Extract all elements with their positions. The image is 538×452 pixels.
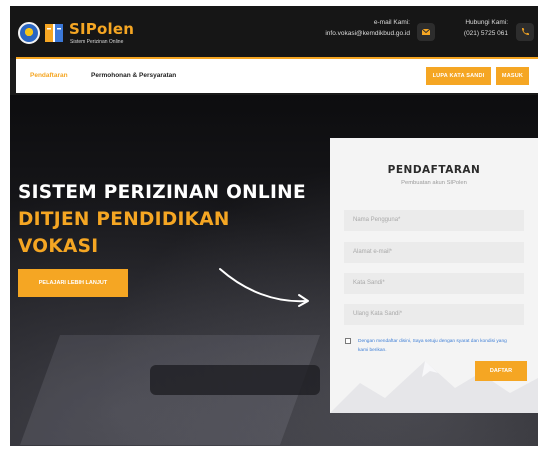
- hero-background-stapler: [150, 365, 320, 395]
- learn-more-button[interactable]: PELAJARI LEBIH LANJUT: [18, 269, 128, 297]
- envelope-icon: [417, 23, 435, 41]
- browser-frame: SIPolen Sistem Perizinan Online e-mail K…: [10, 6, 538, 446]
- email-label: e-mail Kami:: [373, 19, 410, 26]
- username-field[interactable]: Nama Pengguna*: [344, 210, 524, 231]
- login-button[interactable]: MASUK: [496, 67, 529, 85]
- confirm-password-field[interactable]: Ulang Kata Sandi*: [344, 304, 524, 325]
- top-bar: SIPolen Sistem Perizinan Online e-mail K…: [10, 6, 538, 58]
- nav-link-pendaftaran[interactable]: Pendaftaran: [30, 72, 68, 79]
- ministry-emblem-icon[interactable]: [18, 22, 40, 44]
- registration-title: PENDAFTARAN: [387, 164, 481, 176]
- phone-icon: [516, 23, 534, 41]
- register-submit-button[interactable]: DAFTAR: [475, 361, 527, 381]
- nav-bar: Pendaftaran Permohonan & Persyaratan LUP…: [16, 57, 538, 93]
- hero-title-line-1: SISTEM PERIZINAN ONLINE: [18, 182, 306, 203]
- email-field[interactable]: Alamat e-mail*: [344, 242, 524, 263]
- phone-value: (021) 5725 061: [463, 30, 508, 37]
- brand-tagline: Sistem Perizinan Online: [70, 39, 124, 45]
- nav-link-permohonan[interactable]: Permohonan & Persyaratan: [91, 72, 176, 79]
- pointer-arrow-icon: [219, 268, 309, 307]
- brand-name[interactable]: SIPolen: [69, 20, 134, 38]
- email-value: info.vokasi@kemdikbud.go.id: [325, 30, 410, 37]
- forgot-password-button[interactable]: LUPA KATA SANDI: [426, 67, 491, 85]
- phone-label: Hubungi Kami:: [465, 19, 508, 26]
- password-field[interactable]: Kata Sandi*: [344, 273, 524, 294]
- registration-subtitle: Pembuatan akun SIPolen: [401, 180, 467, 186]
- registration-card: PENDAFTARAN Pembuatan akun SIPolen Nama …: [330, 138, 538, 413]
- book-logo-icon[interactable]: [44, 21, 64, 45]
- hero-title-line-3: VOKASI: [18, 236, 99, 257]
- hero-title-line-2: DITJEN PENDIDIKAN: [18, 209, 230, 230]
